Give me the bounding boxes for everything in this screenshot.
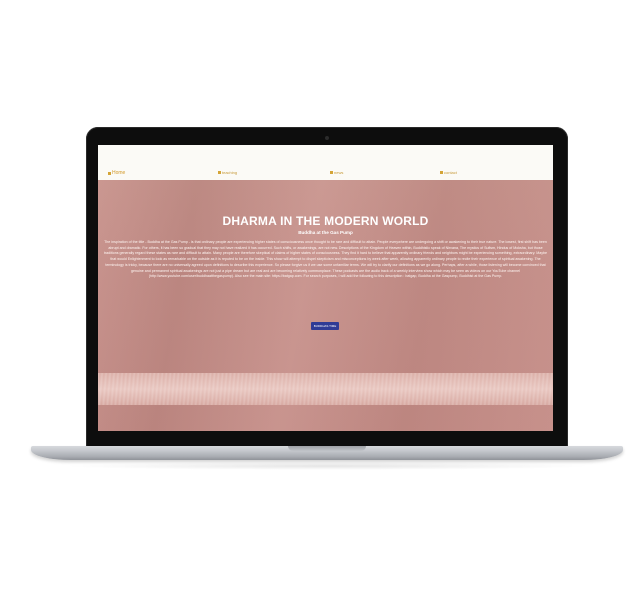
laptop-mockup: Home teaching news contact DHARMA IN THE… xyxy=(0,0,630,590)
nav-item-home[interactable]: Home xyxy=(108,170,125,176)
page-subtitle: Buddha at the Gas Pump xyxy=(298,230,353,235)
nav-item-teaching[interactable]: teaching xyxy=(218,170,237,175)
nav-item-label: Home xyxy=(112,170,126,176)
cta-button[interactable]: BUDDHAS TIME xyxy=(311,322,339,330)
intro-paragraph: The inspiration of the title - Buddha at… xyxy=(103,240,548,279)
laptop-hinge-notch xyxy=(288,446,366,451)
nav-item-label: contact xyxy=(444,170,457,175)
page-icon xyxy=(440,171,443,174)
laptop-shadow xyxy=(60,462,595,470)
top-navbar: Home teaching news contact xyxy=(98,145,553,180)
hero-section: DHARMA IN THE MODERN WORLD Buddha at the… xyxy=(98,180,553,431)
page-title: DHARMA IN THE MODERN WORLD xyxy=(222,214,429,228)
nav-item-label: news xyxy=(334,170,344,175)
home-icon xyxy=(108,171,111,175)
webcam-icon xyxy=(325,136,329,140)
nav-item-news[interactable]: news xyxy=(330,170,343,175)
page-icon xyxy=(330,171,333,174)
nav-item-contact[interactable]: contact xyxy=(440,170,457,175)
nav-item-label: teaching xyxy=(222,170,238,175)
laptop-screen: Home teaching news contact DHARMA IN THE… xyxy=(98,145,553,431)
page-icon xyxy=(218,171,221,174)
decorative-stripe xyxy=(98,373,553,405)
